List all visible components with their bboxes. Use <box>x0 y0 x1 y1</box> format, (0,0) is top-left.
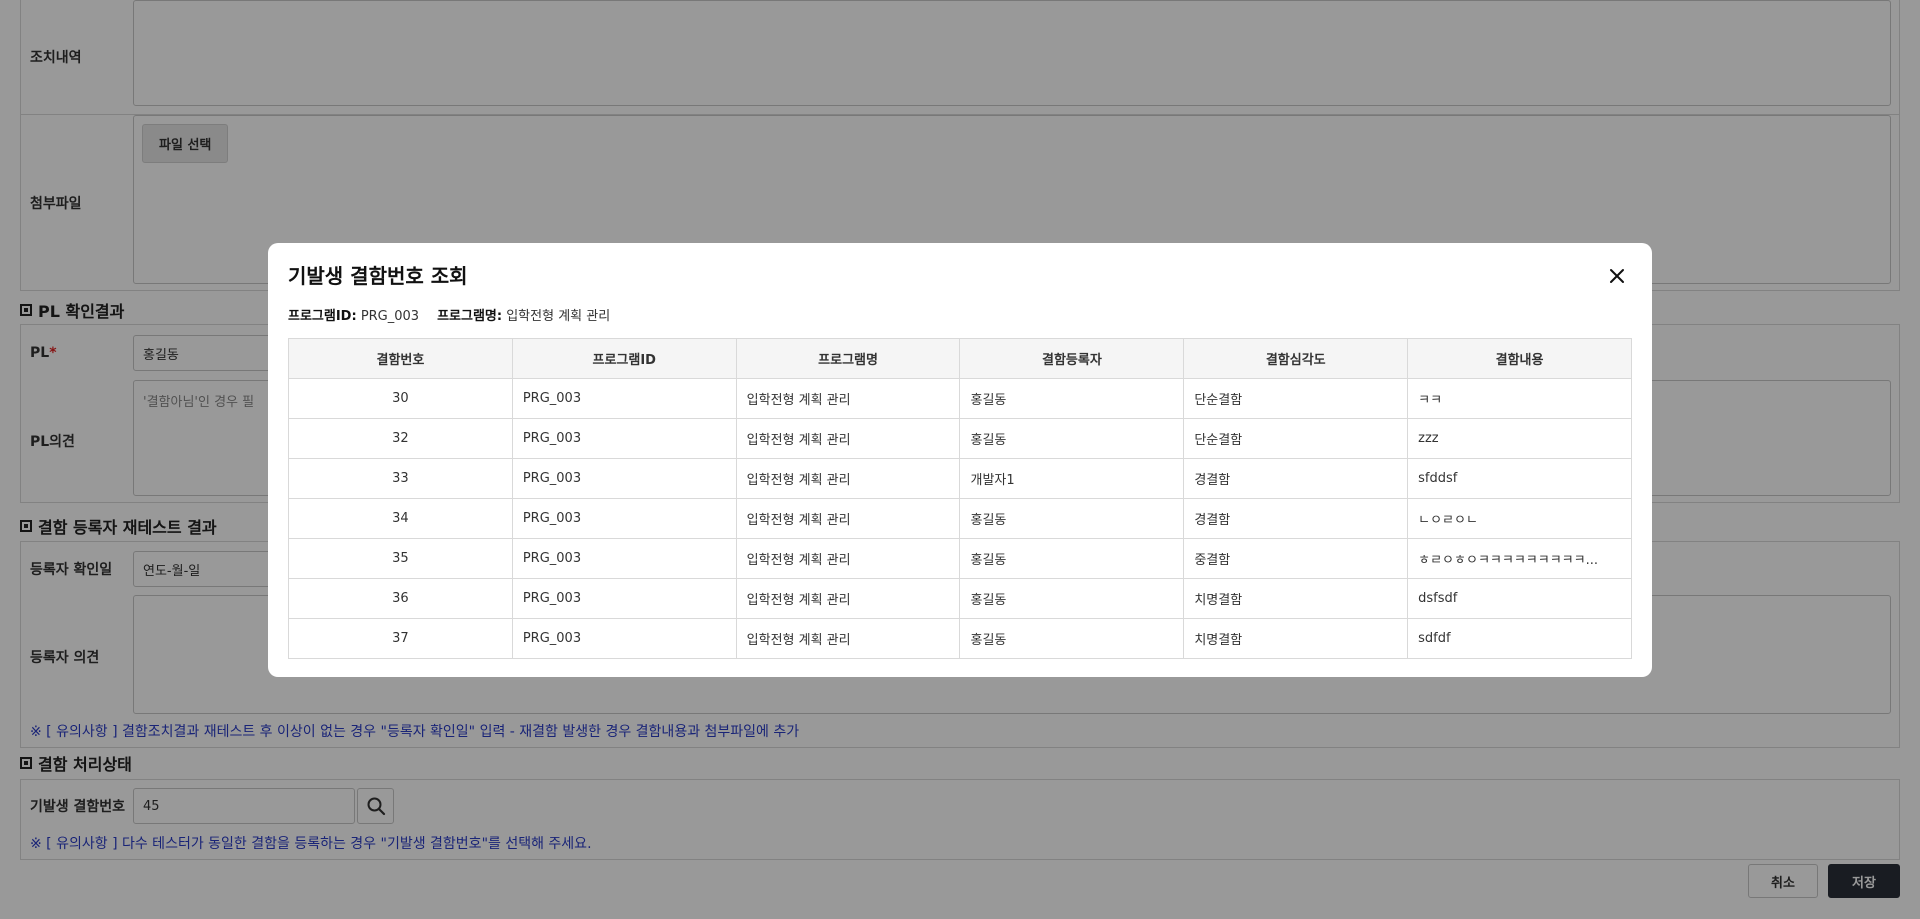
table-row[interactable]: 36 PRG_003 입학전형 계획 관리 홍길동 치명결함 dsfsdf <box>288 578 1632 619</box>
program-name-value: 입학전형 계획 관리 <box>506 309 611 324</box>
col-severity: 결함심각도 <box>1183 338 1409 379</box>
col-program-id: 프로그램ID <box>511 338 737 379</box>
defect-table: 결함번호 프로그램ID 프로그램명 결함등록자 결함심각도 결함내용 30 PR… <box>288 338 1632 659</box>
program-name-label: 프로그램명: <box>437 309 503 324</box>
table-row[interactable]: 33 PRG_003 입학전형 계획 관리 개발자1 경결함 sfddsf <box>288 458 1632 499</box>
col-content: 결함내용 <box>1407 338 1632 379</box>
program-id-label: 프로그램ID: <box>288 309 357 324</box>
defect-table-header: 결함번호 프로그램ID 프로그램명 결함등록자 결함심각도 결함내용 <box>288 338 1632 379</box>
table-row[interactable]: 30 PRG_003 입학전형 계획 관리 홍길동 단순결함 ㅋㅋ <box>288 378 1632 419</box>
col-registrant: 결함등록자 <box>959 338 1185 379</box>
modal-close-button[interactable] <box>1604 263 1630 289</box>
close-icon <box>1610 269 1624 283</box>
table-row[interactable]: 37 PRG_003 입학전형 계획 관리 홍길동 치명결함 sdfdf <box>288 618 1632 659</box>
program-id-value: PRG_003 <box>360 309 420 324</box>
table-row[interactable]: 34 PRG_003 입학전형 계획 관리 홍길동 경결함 ㄴㅇㄹㅇㄴ <box>288 498 1632 539</box>
col-defect-no: 결함번호 <box>288 338 513 379</box>
col-program-name: 프로그램명 <box>735 338 961 379</box>
modal-title: 기발생 결함번호 조회 <box>288 264 468 288</box>
table-row[interactable]: 32 PRG_003 입학전형 계획 관리 홍길동 단순결함 zzz <box>288 418 1632 459</box>
table-row[interactable]: 35 PRG_003 입학전형 계획 관리 홍길동 중결함 ㅎㄹㅇㅎㅇㅋㅋㅋㅋㅋ… <box>288 538 1632 579</box>
modal-program-info: 프로그램ID: PRG_003 프로그램명: 입학전형 계획 관리 <box>288 305 1632 324</box>
prev-defect-modal: 기발생 결함번호 조회 프로그램ID: PRG_003 프로그램명: 입학전형 … <box>268 243 1652 677</box>
